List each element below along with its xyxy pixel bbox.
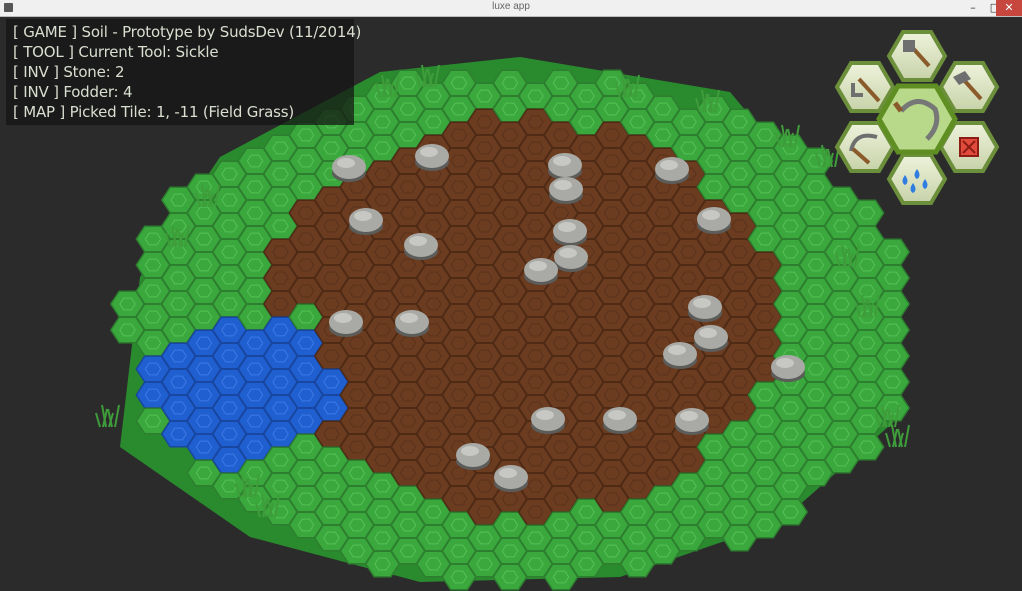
grass-tile[interactable] (772, 498, 809, 526)
stone[interactable] (694, 325, 728, 352)
grass-tile[interactable] (874, 238, 911, 266)
stone[interactable] (524, 258, 558, 285)
hoe-tool[interactable] (834, 61, 896, 113)
stone[interactable] (494, 465, 528, 492)
grass-tile[interactable] (874, 264, 911, 292)
stone[interactable] (663, 342, 697, 369)
stone[interactable] (548, 153, 582, 180)
hud-game-line: [ GAME ] Soil - Prototype by SudsDev (11… (13, 23, 362, 41)
hud-tool-line: [ TOOL ] Current Tool: Sickle (13, 43, 219, 61)
stone[interactable] (553, 219, 587, 246)
stone[interactable] (415, 144, 449, 171)
hud-stone-line: [ INV ] Stone: 2 (13, 63, 125, 81)
grass-tile[interactable] (849, 433, 885, 461)
stone[interactable] (395, 310, 429, 337)
hud-map-line: [ MAP ] Picked Tile: 1, -11 (Field Grass… (13, 103, 294, 121)
game-viewport[interactable]: [ GAME ] Soil - Prototype by SudsDev (11… (0, 17, 1022, 591)
app-window: luxe app – □ ✕ [ GAME ] Soil - Prototype… (0, 0, 1022, 591)
stone[interactable] (675, 408, 709, 435)
tool-wheel[interactable] (832, 29, 1002, 209)
stone[interactable] (332, 155, 366, 182)
stone[interactable] (329, 310, 363, 337)
shovel-tool[interactable] (886, 30, 948, 82)
stone[interactable] (349, 208, 383, 235)
sickle-tool-selected[interactable] (876, 83, 958, 155)
stone[interactable] (688, 295, 722, 322)
stone[interactable] (404, 233, 438, 260)
title-bar[interactable]: luxe app – □ ✕ (0, 0, 1022, 17)
close-button[interactable]: ✕ (996, 0, 1022, 16)
grass-tile[interactable] (874, 316, 911, 344)
stone[interactable] (456, 443, 490, 470)
stone[interactable] (603, 407, 637, 434)
stone[interactable] (531, 407, 565, 434)
stone[interactable] (655, 157, 689, 184)
grass-tile[interactable] (874, 342, 911, 370)
window-title: luxe app (492, 1, 530, 12)
hud-panel: [ GAME ] Soil - Prototype by SudsDev (11… (6, 19, 361, 125)
minimize-button[interactable]: – (962, 0, 984, 16)
hud-fodder-line: [ INV ] Fodder: 4 (13, 83, 133, 101)
watering-tool[interactable] (886, 153, 948, 205)
hammer-tool[interactable] (938, 61, 1000, 113)
stone[interactable] (771, 355, 805, 382)
stone[interactable] (549, 177, 583, 204)
grass-tile[interactable] (874, 368, 911, 396)
grass-tile[interactable] (874, 290, 911, 318)
stone[interactable] (554, 245, 588, 272)
stone[interactable] (697, 207, 731, 234)
cancel-icon (959, 137, 979, 157)
